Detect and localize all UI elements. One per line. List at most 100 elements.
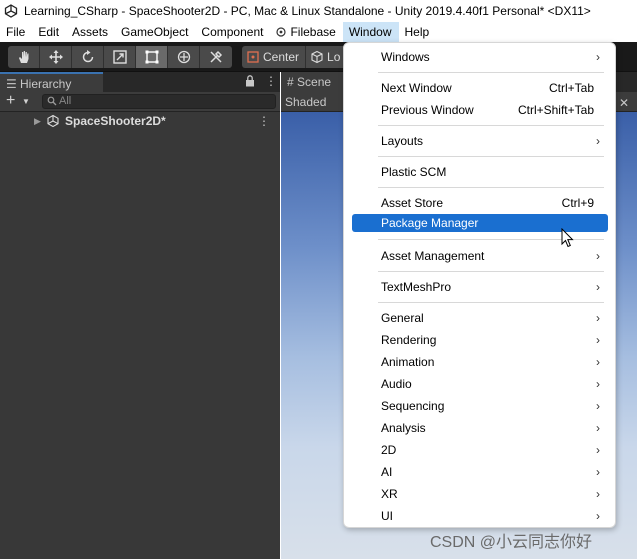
menu-help[interactable]: Help [399, 22, 437, 42]
chevron-right-icon: › [596, 377, 600, 391]
menu-item-label: 2D [381, 443, 397, 457]
expand-arrow-icon[interactable]: ▶ [34, 116, 46, 127]
custom-tool-icon [210, 50, 223, 63]
list-icon: ☰ [6, 77, 17, 91]
watermark: CSDN @小云同志你好 [430, 534, 593, 551]
pivot-center-button[interactable]: Center [242, 46, 307, 68]
menu-separator [378, 302, 604, 303]
lock-icon[interactable] [245, 75, 255, 87]
menu-item-xr[interactable]: XR › [352, 483, 608, 505]
rect-tool-icon [145, 50, 158, 64]
scene-kebab-icon[interactable]: ⋮ [258, 114, 270, 128]
hand-tool-button[interactable] [8, 46, 40, 68]
custom-tool-button[interactable] [200, 46, 232, 68]
scale-icon [112, 50, 127, 64]
pivot-center-label: Center [263, 50, 300, 64]
chevron-right-icon: › [596, 465, 600, 479]
unity-logo-icon [4, 4, 18, 18]
scene-tab-label: Scene [297, 75, 332, 89]
pivot-icon [247, 51, 259, 63]
kebab-menu-icon[interactable]: ⋮ [265, 74, 277, 88]
menu-item-next-window[interactable]: Next Window Ctrl+Tab [352, 77, 608, 99]
menu-item-general[interactable]: General › [352, 307, 608, 329]
scale-tool-button[interactable] [104, 46, 136, 68]
menu-item-rendering[interactable]: Rendering › [352, 329, 608, 351]
chevron-right-icon: › [596, 134, 600, 148]
shading-mode-dropdown[interactable]: Shaded [285, 95, 326, 109]
menu-item-label: Asset Management [381, 249, 485, 263]
rotate-tool-button[interactable] [72, 46, 104, 68]
menu-item-audio[interactable]: Audio › [352, 373, 608, 395]
menu-assets[interactable]: Assets [66, 22, 115, 42]
unity-scene-icon [47, 114, 59, 128]
menu-item-label: Previous Window [381, 103, 474, 117]
menu-item-windows[interactable]: Windows › [352, 46, 608, 68]
menu-item-label: General [381, 311, 424, 325]
tools-icon[interactable]: ✕ [619, 96, 629, 110]
chevron-down-icon[interactable]: ▼ [22, 97, 30, 106]
pivot-rotation-label: Lo [327, 50, 341, 64]
menu-item-shortcut: Ctrl+Tab [548, 81, 594, 95]
menu-item-2d[interactable]: 2D › [352, 439, 608, 461]
hierarchy-tabbar: ☰ Hierarchy ⋮ [0, 72, 280, 92]
cube-icon [311, 50, 323, 64]
menu-filebase[interactable]: Filebase [270, 22, 342, 42]
menu-item-asset-store[interactable]: Asset Store Ctrl+9 [352, 192, 608, 214]
menu-separator [378, 156, 604, 157]
transform-tool-button[interactable] [168, 46, 200, 68]
menu-gameobject[interactable]: GameObject [115, 22, 195, 42]
menu-item-textmeshpro[interactable]: TextMeshPro › [352, 276, 608, 298]
menu-separator [378, 187, 604, 188]
rotate-icon [82, 50, 93, 63]
chevron-right-icon: › [596, 487, 600, 501]
menu-item-label: Package Manager [381, 216, 479, 230]
menu-item-analysis[interactable]: Analysis › [352, 417, 608, 439]
menu-bar: File Edit Assets GameObject Component Fi… [0, 22, 637, 42]
menu-item-shortcut: Ctrl+Shift+Tab [517, 103, 594, 117]
window-menu-dropdown: Windows › Next Window Ctrl+Tab Previous Wi… [343, 42, 616, 528]
chevron-right-icon: › [596, 311, 600, 325]
search-placeholder: All [59, 95, 72, 107]
menu-item-label: Asset Store [381, 196, 444, 210]
menu-item-layouts[interactable]: Layouts › [352, 130, 608, 152]
hierarchy-panel: ☰ Hierarchy ⋮ + ▼ All ▶ SpaceShooter2D* ⋮ [0, 72, 280, 559]
chevron-right-icon: › [596, 509, 600, 523]
hand-icon [18, 51, 28, 63]
search-icon [47, 96, 57, 106]
menu-component[interactable]: Component [195, 22, 270, 42]
menu-separator [378, 72, 604, 73]
menu-item-animation[interactable]: Animation › [352, 351, 608, 373]
menu-item-asset-management[interactable]: Asset Management › [352, 245, 608, 267]
pivot-toggles: Center Lo [242, 46, 348, 68]
title-bar: Learning_CSharp - SpaceShooter2D - PC, M… [0, 0, 637, 22]
menu-item-label: UI [381, 509, 393, 523]
menu-item-ui[interactable]: UI › [352, 505, 608, 527]
menu-item-label: Windows [381, 50, 430, 64]
menu-item-label: Plastic SCM [381, 165, 447, 179]
menu-file[interactable]: File [0, 22, 32, 42]
menu-separator [378, 125, 604, 126]
create-plus-icon[interactable]: + [6, 93, 15, 109]
menu-item-label: XR [381, 487, 398, 501]
window-title: Learning_CSharp - SpaceShooter2D - PC, M… [24, 4, 591, 18]
menu-item-label: Sequencing [381, 399, 445, 413]
move-tool-button[interactable] [40, 46, 72, 68]
menu-item-sequencing[interactable]: Sequencing › [352, 395, 608, 417]
menu-item-plastic-scm[interactable]: Plastic SCM [352, 161, 608, 183]
menu-edit[interactable]: Edit [32, 22, 66, 42]
chevron-right-icon: › [596, 355, 600, 369]
tab-hierarchy[interactable]: ☰ Hierarchy [0, 72, 103, 92]
chevron-right-icon: › [596, 399, 600, 413]
menu-item-label: TextMeshPro [381, 280, 452, 294]
filebase-icon [276, 27, 287, 37]
menu-item-label: Analysis [381, 421, 426, 435]
menu-window[interactable]: Window [342, 22, 399, 42]
menu-item-previous-window[interactable]: Previous Window Ctrl+Shift+Tab [352, 99, 608, 121]
chevron-right-icon: › [596, 421, 600, 435]
menu-item-ai[interactable]: AI › [352, 461, 608, 483]
hierarchy-scene-row[interactable]: ▶ SpaceShooter2D* ⋮ [0, 112, 280, 130]
rect-tool-button[interactable] [136, 46, 168, 68]
hierarchy-search-input[interactable]: All [42, 94, 276, 109]
pivot-rotation-button[interactable]: Lo [306, 46, 348, 68]
chevron-right-icon: › [596, 50, 600, 64]
